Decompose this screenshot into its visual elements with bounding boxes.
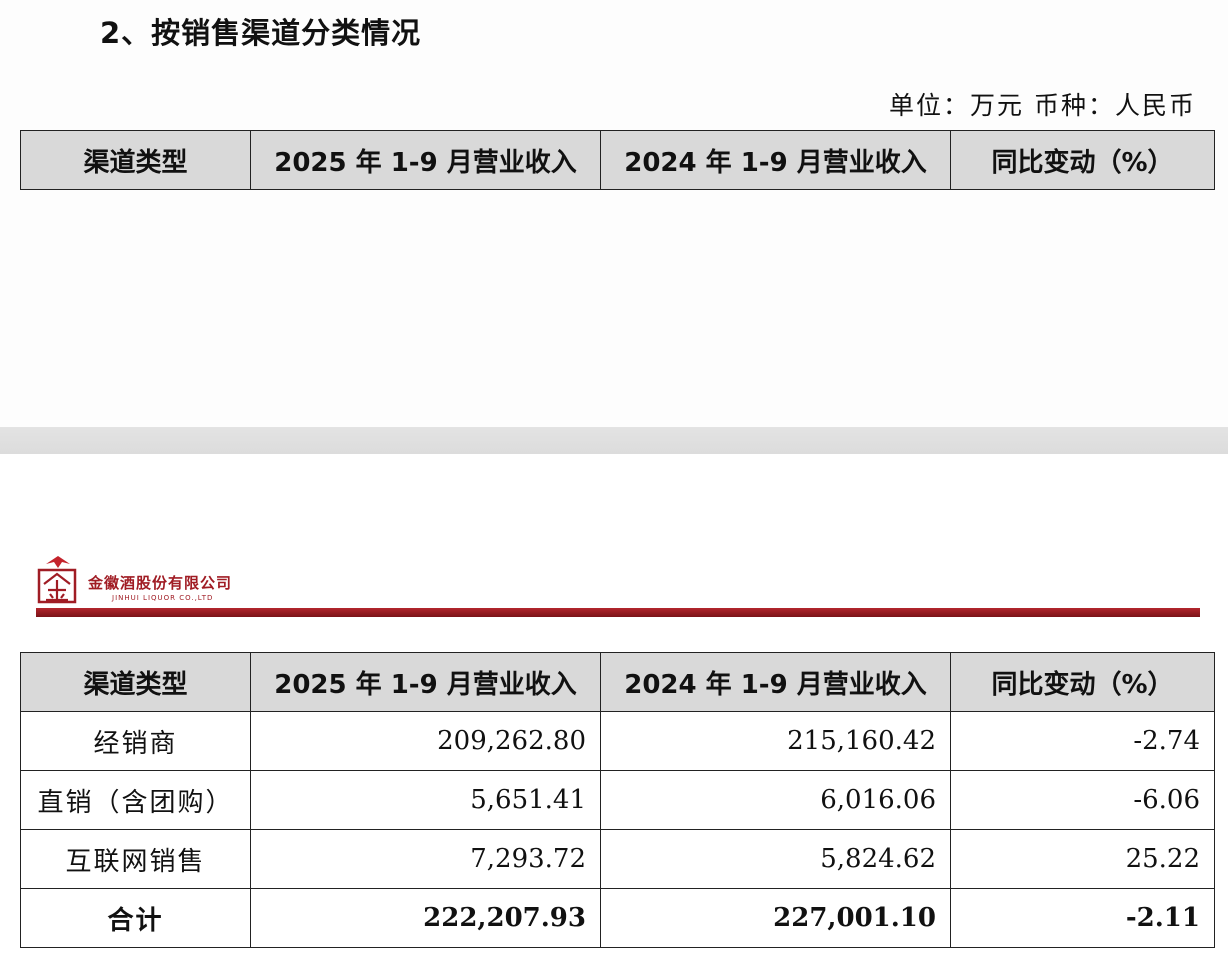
page-separator: [0, 427, 1228, 454]
brand-rule: [36, 608, 1200, 617]
header-channel-type: 渠道类型: [20, 652, 251, 712]
table-header-row: 渠道类型 2025 年 1-9 月营业收入 2024 年 1-9 月营业收入 同…: [20, 130, 1215, 190]
header-yoy-change: 同比变动（%）: [950, 652, 1215, 712]
table-row: 互联网销售 7,293.72 5,824.62 25.22: [20, 829, 1215, 889]
header-channel-type: 渠道类型: [20, 130, 251, 190]
revenue-by-channel-table: 渠道类型 2025 年 1-9 月营业收入 2024 年 1-9 月营业收入 同…: [20, 652, 1215, 948]
revenue-2025: 209,262.80: [250, 711, 601, 771]
revenue-2025: 7,293.72: [250, 829, 601, 889]
company-header: 金徽酒股份有限公司 JINHUI LIQUOR CO.,LTD: [36, 552, 1200, 618]
table-total-row: 合计 222,207.93 227,001.10 -2.11: [20, 888, 1215, 948]
header-revenue-2025: 2025 年 1-9 月营业收入: [250, 130, 601, 190]
table-header-row: 渠道类型 2025 年 1-9 月营业收入 2024 年 1-9 月营业收入 同…: [20, 652, 1215, 712]
channel-name: 互联网销售: [20, 829, 251, 889]
header-yoy-change: 同比变动（%）: [950, 130, 1215, 190]
total-label: 合计: [20, 888, 251, 948]
revenue-2025: 5,651.41: [250, 770, 601, 830]
table-row: 直销（含团购） 5,651.41 6,016.06 -6.06: [20, 770, 1215, 830]
total-yoy-change: -2.11: [950, 888, 1215, 948]
revenue-2024: 215,160.42: [600, 711, 951, 771]
company-name-cn: 金徽酒股份有限公司: [88, 574, 233, 592]
page-top: 2、按销售渠道分类情况 单位：万元 币种：人民币 渠道类型 2025 年 1-9…: [0, 0, 1228, 427]
revenue-2024: 5,824.62: [600, 829, 951, 889]
table-row: 经销商 209,262.80 215,160.42 -2.74: [20, 711, 1215, 771]
company-logo-icon: [37, 556, 77, 604]
header-revenue-2025: 2025 年 1-9 月营业收入: [250, 652, 601, 712]
total-revenue-2025: 222,207.93: [250, 888, 601, 948]
header-revenue-2024: 2024 年 1-9 月营业收入: [600, 652, 951, 712]
header-revenue-2024: 2024 年 1-9 月营业收入: [600, 130, 951, 190]
yoy-change: -6.06: [950, 770, 1215, 830]
company-name-en: JINHUI LIQUOR CO.,LTD: [112, 594, 214, 602]
total-revenue-2024: 227,001.10: [600, 888, 951, 948]
channel-name: 经销商: [20, 711, 251, 771]
unit-note: 单位：万元 币种：人民币: [889, 91, 1196, 120]
section-title: 2、按销售渠道分类情况: [100, 16, 422, 50]
channel-name: 直销（含团购）: [20, 770, 251, 830]
yoy-change: 25.22: [950, 829, 1215, 889]
revenue-table-header-only: 渠道类型 2025 年 1-9 月营业收入 2024 年 1-9 月营业收入 同…: [20, 130, 1215, 190]
revenue-2024: 6,016.06: [600, 770, 951, 830]
yoy-change: -2.74: [950, 711, 1215, 771]
